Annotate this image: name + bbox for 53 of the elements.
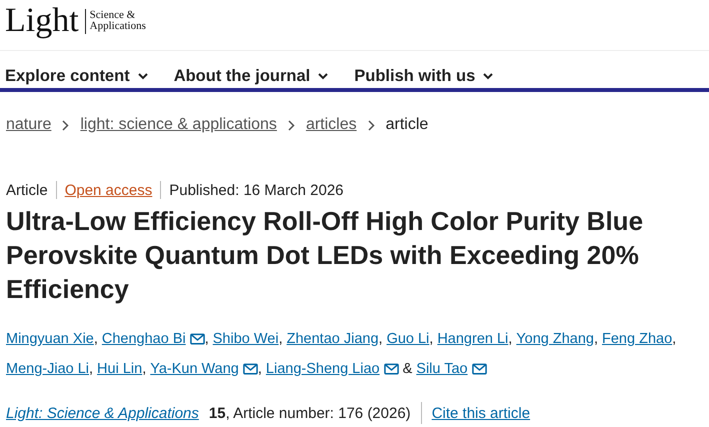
- comma: ,: [89, 361, 94, 377]
- author-link[interactable]: Zhentao Jiang: [286, 331, 379, 347]
- author-link[interactable]: Mingyuan Xie: [6, 331, 94, 347]
- chevron-right-icon: [62, 120, 70, 130]
- breadcrumb-current: article: [386, 116, 428, 134]
- nav-menu-button[interactable]: About the journal: [174, 64, 328, 88]
- nav-menu-button[interactable]: Explore content: [5, 64, 148, 88]
- chevron-down-icon: [318, 72, 328, 80]
- author-link[interactable]: Feng Zhao: [602, 331, 672, 347]
- logo-subtitle: Science &: [90, 10, 136, 21]
- chevron-down-icon: [138, 72, 148, 80]
- author-link[interactable]: Liang-Sheng Liao: [266, 361, 380, 377]
- volume-number: 15: [208, 404, 226, 422]
- author-link[interactable]: Meng-Jiao Li: [6, 361, 90, 377]
- breadcrumb-link[interactable]: nature: [6, 116, 52, 134]
- article-number: , Article number: 176 (2026): [226, 404, 411, 422]
- comma: ,: [204, 331, 209, 347]
- chevron-right-icon: [288, 120, 295, 130]
- author-link[interactable]: Hangren Li: [437, 331, 508, 347]
- comma: ,: [672, 331, 676, 347]
- logo-wordmark: Light: [5, 4, 79, 38]
- article-title: Ultra-Low Efficiency Roll-Off High Color Purity Blue Perovskite Quantum Dot LEDs with Exceeding 20% Efficiency: [6, 205, 644, 306]
- comma: ,: [258, 361, 262, 377]
- publish-date: Published: 16 March 2026: [169, 182, 344, 198]
- breadcrumb-link[interactable]: articles: [306, 116, 357, 134]
- comma: ,: [378, 331, 383, 347]
- author-link[interactable]: Shibo Wei: [212, 331, 279, 347]
- comma: ,: [508, 331, 512, 347]
- logo-subtitle: Applications: [90, 21, 146, 32]
- chevron-down-icon: [483, 72, 494, 80]
- cite-link[interactable]: Cite this article: [432, 404, 530, 422]
- breadcrumb-link[interactable]: light: science & applications: [80, 116, 277, 134]
- comma: ,: [142, 361, 146, 377]
- mail-icon: [384, 363, 399, 375]
- comma: ,: [429, 331, 434, 347]
- mail-icon: [242, 363, 258, 375]
- author-link[interactable]: Yong Zhang: [516, 331, 594, 347]
- comma: ,: [594, 331, 598, 347]
- article-type: Article: [6, 182, 48, 198]
- chevron-right-icon: [368, 120, 375, 130]
- mail-icon: [190, 333, 205, 345]
- comma: ,: [278, 331, 283, 347]
- mail-icon: [472, 363, 487, 375]
- author-link[interactable]: Silu Tao: [416, 361, 468, 377]
- journal-link[interactable]: Light: Science & Applications: [6, 404, 199, 422]
- author-link[interactable]: Guo Li: [386, 331, 430, 347]
- author-link[interactable]: Ya-Kun Wang: [150, 361, 239, 377]
- comma: ,: [94, 331, 98, 347]
- ampersand: &: [402, 361, 412, 377]
- nav-menu-button[interactable]: Publish with us: [354, 64, 494, 88]
- open-access-link[interactable]: Open access: [64, 182, 152, 198]
- author-link[interactable]: Hui Lin: [97, 361, 142, 377]
- author-link[interactable]: Chenghao Bi: [102, 331, 186, 347]
